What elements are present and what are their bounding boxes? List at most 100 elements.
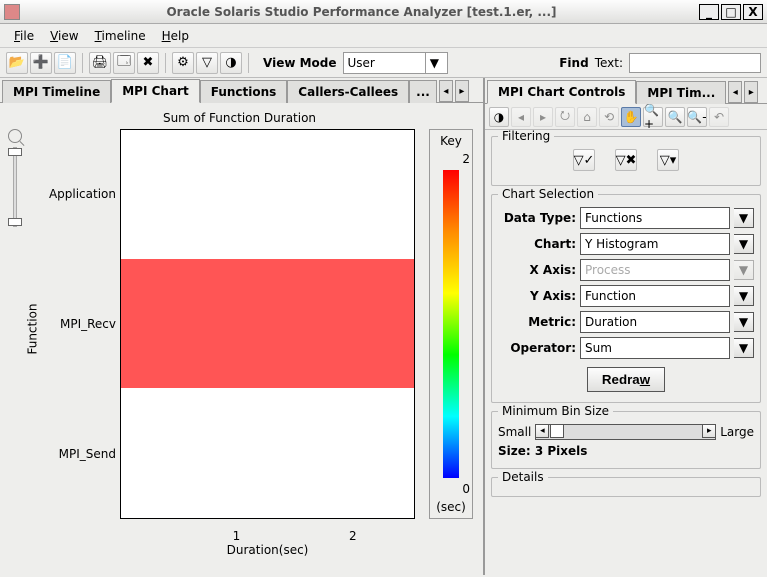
chevron-down-icon: ▼ <box>425 53 443 73</box>
chart-title: Sum of Function Duration <box>6 111 473 125</box>
maximize-button[interactable]: □ <box>721 4 741 20</box>
tabs-scroll-left[interactable]: ◂ <box>439 80 453 102</box>
zoom-out-tool-icon[interactable]: 🔍- <box>687 107 707 127</box>
close-window-icon[interactable]: ✖ <box>137 52 159 74</box>
left-panel: MPI Timeline MPI Chart Functions Callers… <box>0 78 485 575</box>
ytick-mpi-send: MPI_Send <box>42 447 116 461</box>
open-experiment-icon[interactable]: 📂 <box>6 52 28 74</box>
x-axis-label: Duration(sec) <box>227 543 309 557</box>
menu-view[interactable]: View <box>42 26 86 46</box>
undo-icon[interactable]: ↶ <box>709 107 729 127</box>
app-icon <box>4 4 20 20</box>
metric-select[interactable]: Duration <box>580 311 730 333</box>
window-titlebar: Oracle Solaris Studio Performance Analyz… <box>0 0 767 24</box>
tab-functions[interactable]: Functions <box>200 80 288 103</box>
tab-callers-callees[interactable]: Callers-Callees <box>287 80 409 103</box>
zoom-box-icon[interactable]: 🔍 <box>665 107 685 127</box>
chevron-down-icon[interactable]: ▼ <box>734 338 754 358</box>
tab-mpi-timeline-controls[interactable]: MPI Tim... <box>636 81 726 104</box>
bar-application <box>121 130 414 259</box>
ytick-application: Application <box>42 187 116 201</box>
close-button[interactable]: X <box>743 4 763 20</box>
bin-size-fieldset: Minimum Bin Size Small ◂ ▸ Large Size: 3… <box>491 411 761 469</box>
data-type-select[interactable]: Functions <box>580 207 730 229</box>
view-mode-select[interactable]: User ▼ <box>343 52 448 74</box>
bin-size-slider[interactable]: ◂ ▸ <box>535 424 716 440</box>
redraw-button[interactable]: Redraw <box>587 367 665 392</box>
zoom-thumb-bottom[interactable] <box>8 218 22 226</box>
menu-help[interactable]: Help <box>154 26 197 46</box>
chevron-down-icon: ▼ <box>734 260 754 280</box>
right-tabs-scroll-left[interactable]: ◂ <box>728 81 742 103</box>
ytick-mpi-recv: MPI_Recv <box>42 317 116 331</box>
filter-icon[interactable]: ▽ <box>196 52 218 74</box>
reset-icon[interactable]: ⟲ <box>599 107 619 127</box>
left-tabbar: MPI Timeline MPI Chart Functions Callers… <box>0 78 483 103</box>
tab-mpi-chart[interactable]: MPI Chart <box>111 79 199 103</box>
minimize-icon: _ <box>706 5 712 19</box>
details-legend: Details <box>498 470 548 484</box>
nav-up-icon[interactable]: ⭮ <box>555 107 575 127</box>
metric-label: Metric: <box>498 315 576 329</box>
zoom-thumb-top[interactable] <box>8 148 22 156</box>
color-chooser-icon[interactable]: ◑ <box>489 107 509 127</box>
operator-select[interactable]: Sum <box>580 337 730 359</box>
chevron-down-icon[interactable]: ▼ <box>734 312 754 332</box>
zoom-column <box>6 129 24 529</box>
filtering-fieldset: Filtering ▽✓ ▽✖ ▽▾ <box>491 136 761 186</box>
xtick-1: 1 <box>233 529 241 543</box>
chart-label: Chart: <box>498 237 576 251</box>
slider-thumb[interactable] <box>550 424 564 438</box>
find-input[interactable] <box>629 53 761 73</box>
key-gradient <box>443 170 459 478</box>
y-axis-ticks: Application MPI_Recv MPI_Send <box>42 129 120 519</box>
bar-mpi-send <box>121 388 414 517</box>
main-toolbar: 📂 ➕ 📄 🖨 🗔 ✖ ⚙ ▽ ◑ View Mode User ▼ Find … <box>0 48 767 78</box>
slider-right-arrow-icon[interactable]: ▸ <box>702 424 716 438</box>
add-filter-icon[interactable]: ▽✓ <box>573 149 595 171</box>
chart-selection-fieldset: Chart Selection Data Type: Functions ▼ C… <box>491 194 761 403</box>
slider-left-arrow-icon[interactable]: ◂ <box>535 424 549 438</box>
x-axis-select: Process <box>580 259 730 281</box>
chevron-down-icon[interactable]: ▼ <box>734 234 754 254</box>
nav-next-icon[interactable]: ▸ <box>533 107 553 127</box>
remove-filter-icon[interactable]: ▽✖ <box>615 149 637 171</box>
find-label: Find <box>559 56 588 70</box>
x-axis-label: X Axis: <box>498 263 576 277</box>
zoom-in-icon[interactable] <box>8 129 22 143</box>
chart-plot[interactable] <box>120 129 415 519</box>
tab-mpi-chart-controls[interactable]: MPI Chart Controls <box>487 80 636 104</box>
chevron-down-icon[interactable]: ▼ <box>734 286 754 306</box>
menu-timeline[interactable]: Timeline <box>87 26 154 46</box>
collect-icon[interactable]: 📄 <box>54 52 76 74</box>
menu-file[interactable]: File <box>6 26 42 46</box>
separator <box>165 53 166 73</box>
tab-more[interactable]: ... <box>409 80 437 103</box>
add-experiment-icon[interactable]: ➕ <box>30 52 52 74</box>
settings-icon[interactable]: ⚙ <box>172 52 194 74</box>
find-field-label: Text: <box>595 56 623 70</box>
chart-selection-legend: Chart Selection <box>498 187 598 201</box>
zoom-slider[interactable] <box>13 147 17 227</box>
minimize-button[interactable]: _ <box>699 4 719 20</box>
nav-prev-icon[interactable]: ◂ <box>511 107 531 127</box>
tabs-scroll-right[interactable]: ▸ <box>455 80 469 102</box>
menubar: File View Timeline Help <box>0 24 767 48</box>
color-icon[interactable]: ◑ <box>220 52 242 74</box>
bin-small-label: Small <box>498 425 531 439</box>
chart-select[interactable]: Y Histogram <box>580 233 730 255</box>
home-icon[interactable]: ⌂ <box>577 107 597 127</box>
bar-mpi-recv <box>121 259 414 388</box>
print-icon[interactable]: 🖨 <box>89 52 111 74</box>
right-tabs-scroll-right[interactable]: ▸ <box>744 81 758 103</box>
y-axis-select[interactable]: Function <box>580 285 730 307</box>
chevron-down-icon[interactable]: ▼ <box>734 208 754 228</box>
chart-row: Function Application MPI_Recv MPI_Send K… <box>6 129 473 529</box>
pan-icon[interactable]: ✋ <box>621 107 641 127</box>
manage-filter-icon[interactable]: ▽▾ <box>657 149 679 171</box>
tab-mpi-timeline[interactable]: MPI Timeline <box>2 80 111 103</box>
new-window-icon[interactable]: 🗔 <box>113 52 135 74</box>
key-max: 2 <box>462 152 470 166</box>
window-title: Oracle Solaris Studio Performance Analyz… <box>26 5 697 19</box>
zoom-in-tool-icon[interactable]: 🔍+ <box>643 107 663 127</box>
